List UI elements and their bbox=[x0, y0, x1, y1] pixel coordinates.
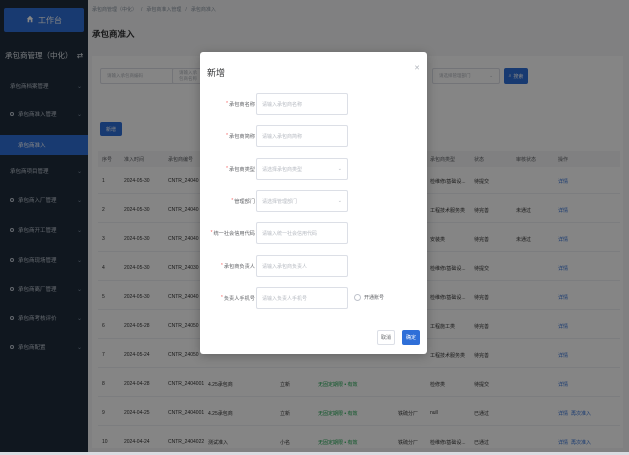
dialog-title: 新增 bbox=[207, 68, 226, 78]
input-placeholder: 请选择管理部门 bbox=[262, 198, 298, 205]
form-label: * 承包商类型 bbox=[226, 158, 255, 180]
required-asterisk: * bbox=[226, 133, 229, 139]
input-placeholder: 请输入承包商名称 bbox=[262, 101, 303, 108]
required-asterisk: * bbox=[226, 101, 229, 107]
form-select[interactable]: 请选择承包商类型 ⌄ bbox=[256, 158, 348, 180]
input-placeholder: 请输入统一社会信用代码 bbox=[262, 230, 318, 237]
form-row: * 承包商简称 请输入承包商简称 bbox=[200, 125, 427, 147]
form-row: * 承包商类型 请选择承包商类型 ⌄ bbox=[200, 158, 427, 180]
form-input[interactable]: 请输入承包商负责人 bbox=[256, 255, 348, 277]
form-label-text: 统一社会信用代码 bbox=[213, 230, 255, 237]
required-asterisk: * bbox=[226, 166, 229, 172]
form-input[interactable]: 请输入统一社会信用代码 bbox=[256, 222, 348, 244]
form-label: * 管理部门 bbox=[231, 190, 255, 212]
input-placeholder: 请选择承包商类型 bbox=[262, 166, 303, 173]
input-placeholder: 请输入负责人手机号 bbox=[262, 295, 308, 302]
app-frame: 工作台 承包商管理（中化） ⇄ 承包商档案管理 ⌄ 承包商准入管理 ⌄ 承包商准入 承包商… bbox=[0, 0, 629, 455]
required-asterisk: * bbox=[220, 295, 223, 301]
required-asterisk: * bbox=[231, 198, 234, 204]
form-label-text: 管理部门 bbox=[234, 198, 255, 205]
form-select[interactable]: 请选择管理部门 ⌄ bbox=[256, 190, 348, 212]
form-label-text: 承包商简称 bbox=[229, 133, 255, 140]
form-label-text: 承包商名称 bbox=[229, 101, 255, 108]
confirm-button[interactable]: 确定 bbox=[402, 330, 420, 345]
form-row: * 统一社会信用代码 请输入统一社会信用代码 bbox=[200, 222, 427, 244]
form-label: * 负责人手机号 bbox=[221, 287, 255, 309]
form-label: * 统一社会信用代码 bbox=[210, 222, 255, 244]
add-dialog: 新增 ✕ * 承包商名称 请输入承包商名称 * 承包商简称 请输入承包商简称 * 承包商类型请… bbox=[200, 52, 427, 354]
form-row: * 负责人手机号 请输入负责人手机号 bbox=[200, 287, 427, 309]
required-asterisk: * bbox=[210, 230, 213, 236]
form-row: * 管理部门 请选择管理部门 ⌄ bbox=[200, 190, 427, 212]
cancel-button[interactable]: 取消 bbox=[377, 330, 395, 345]
form-label: * 承包商名称 bbox=[226, 93, 255, 115]
form-label: * 承包商负责人 bbox=[221, 255, 255, 277]
form-label-text: 承包商类型 bbox=[229, 166, 255, 173]
close-icon[interactable]: ✕ bbox=[414, 64, 420, 72]
required-asterisk: * bbox=[220, 263, 223, 269]
radio-circle[interactable] bbox=[354, 294, 361, 301]
chevron-down-icon: ⌄ bbox=[337, 198, 342, 204]
form-label-text: 承包商负责人 bbox=[223, 263, 255, 270]
form-input[interactable]: 请输入承包商简称 bbox=[256, 125, 348, 147]
form-input[interactable]: 请输入承包商名称 bbox=[256, 93, 348, 115]
form-row: * 承包商名称 请输入承包商名称 bbox=[200, 93, 427, 115]
input-placeholder: 请输入承包商简称 bbox=[262, 133, 303, 140]
open-account-checkbox[interactable]: 开通账号 bbox=[354, 294, 384, 301]
input-placeholder: 请输入承包商负责人 bbox=[262, 263, 308, 270]
chevron-down-icon: ⌄ bbox=[337, 166, 342, 172]
form-label-text: 负责人手机号 bbox=[223, 295, 255, 302]
form-row: * 承包商负责人 请输入承包商负责人 bbox=[200, 255, 427, 277]
form-input[interactable]: 请输入负责人手机号 bbox=[256, 287, 348, 309]
form-label: * 承包商简称 bbox=[226, 125, 255, 147]
